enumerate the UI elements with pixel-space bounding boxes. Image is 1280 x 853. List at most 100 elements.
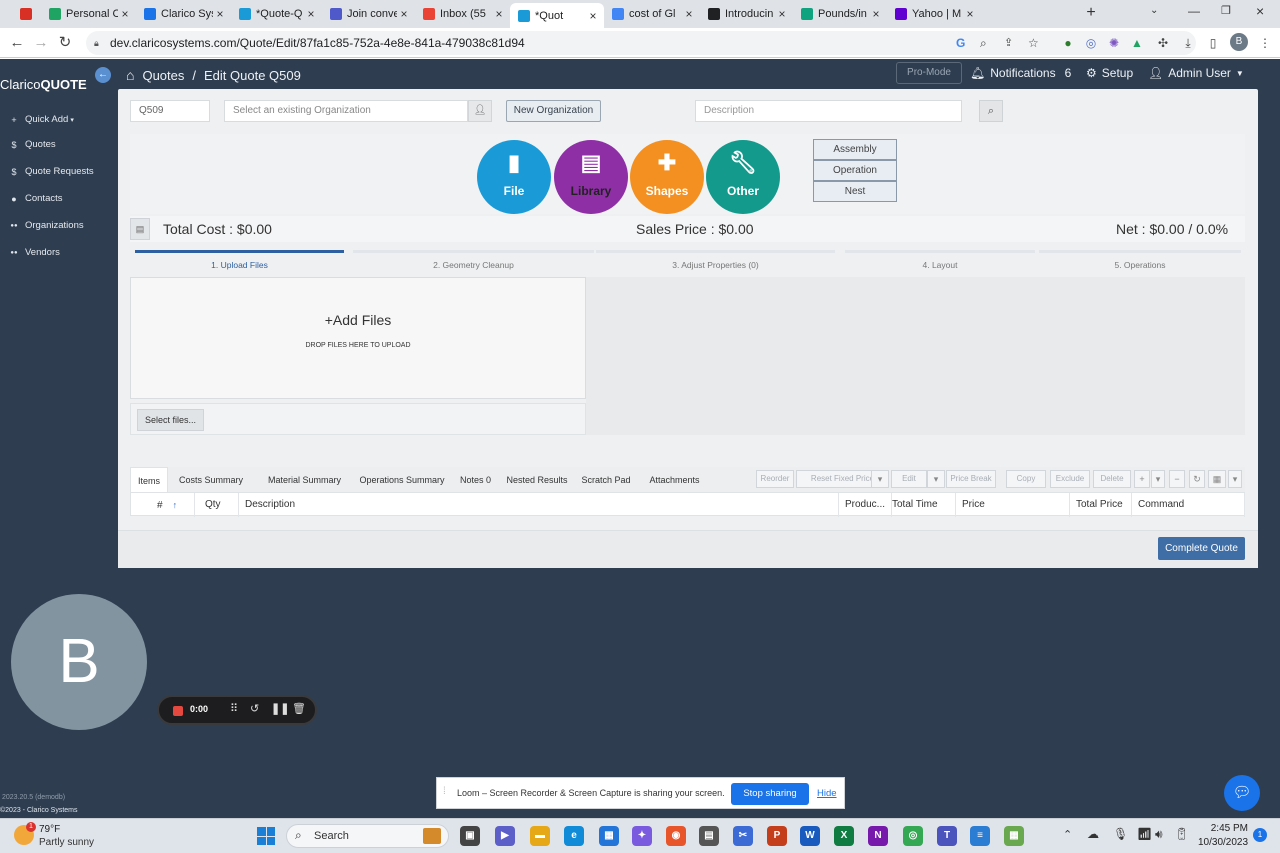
shapes-action-button[interactable]: ✚ Shapes: [630, 140, 704, 214]
close-icon[interactable]: ×: [869, 7, 883, 21]
grid-reorder-button[interactable]: Reorder: [756, 470, 794, 488]
operation-button[interactable]: Operation: [813, 160, 897, 181]
minimize-button[interactable]: —: [1188, 4, 1200, 18]
column-total-price[interactable]: Total Price: [1070, 493, 1132, 517]
close-icon[interactable]: ×: [397, 7, 411, 21]
organization-select[interactable]: Select an existing Organization: [224, 100, 468, 122]
organization-lookup-button[interactable]: 👤︎: [468, 100, 492, 122]
excel-icon[interactable]: X: [834, 826, 854, 846]
home-icon[interactable]: ⌂: [126, 67, 134, 83]
close-icon[interactable]: ×: [775, 7, 789, 21]
volume-icon[interactable]: 🔊︎: [1155, 827, 1163, 842]
grid-edit-button[interactable]: Edit: [891, 470, 927, 488]
sidebar-item-quotes[interactable]: $ Quotes: [9, 139, 55, 150]
extensions-puzzle-icon[interactable]: ✣: [1155, 35, 1171, 51]
pro-mode-button[interactable]: Pro-Mode: [896, 62, 962, 84]
close-icon[interactable]: ×: [304, 7, 318, 21]
column-number[interactable]: # ↑: [151, 493, 195, 517]
onenote-icon[interactable]: N: [868, 826, 888, 846]
restore-button[interactable]: ❐: [1221, 4, 1231, 17]
google-lens-icon[interactable]: G: [956, 31, 965, 55]
url-input[interactable]: 🔒︎ dev.claricosystems.com/Quote/Edit/87f…: [86, 31, 1196, 55]
sidebar-item-quote-requests[interactable]: $ Quote Requests: [9, 166, 93, 177]
zoom-icon[interactable]: ⌕: [980, 31, 987, 55]
sidebar-item-organizations[interactable]: ●● Organizations: [9, 220, 83, 231]
description-input[interactable]: Description: [695, 100, 962, 122]
library-action-button[interactable]: ▤ Library: [554, 140, 628, 214]
column-command[interactable]: Command: [1132, 493, 1245, 517]
store-icon[interactable]: ▦: [599, 826, 619, 846]
tray-chevron-icon[interactable]: ⌃: [1063, 828, 1072, 841]
browser-tab[interactable]: *Quot ×: [510, 3, 604, 28]
sidebar-item-quick-add[interactable]: + Quick Add ▾: [9, 114, 73, 125]
sort-up-icon[interactable]: ↑: [173, 500, 178, 510]
reload-icon[interactable]: ↻: [56, 34, 74, 52]
taskbar-search[interactable]: ⌕ Search: [286, 824, 449, 848]
trash-icon[interactable]: 🗑︎: [292, 702, 306, 715]
excel-alt-icon[interactable]: ▦: [1004, 826, 1024, 846]
extension-2-icon[interactable]: ◎: [1083, 35, 1099, 51]
columns-dropdown-icon[interactable]: ▾: [1228, 470, 1242, 488]
clock-time[interactable]: 2:45 PM: [1206, 823, 1248, 834]
chat-widget-button[interactable]: 💬︎: [1224, 775, 1260, 811]
grid-tab-items[interactable]: Items: [130, 467, 168, 493]
download-icon[interactable]: ⤓: [1180, 35, 1196, 51]
close-icon[interactable]: ×: [963, 7, 977, 21]
file-explorer-icon[interactable]: ▬: [530, 826, 550, 846]
grid-refresh-icon[interactable]: ↻: [1189, 470, 1205, 488]
onedrive-icon[interactable]: ☁: [1087, 827, 1099, 841]
teams-meet-icon[interactable]: ▶: [495, 826, 515, 846]
column-qty[interactable]: Qty: [199, 493, 239, 517]
step-4-tab[interactable]: 4. Layout: [845, 260, 1035, 270]
grid-price-break-button[interactable]: Price Break: [946, 470, 996, 488]
clock-date[interactable]: 10/30/2023: [1198, 837, 1248, 848]
grid-copy-button[interactable]: Copy: [1006, 470, 1046, 488]
grid-minus-icon[interactable]: −: [1169, 470, 1185, 488]
add-dropdown-icon[interactable]: ▾: [1151, 470, 1165, 488]
grid-delete-button[interactable]: Delete: [1093, 470, 1131, 488]
menu-kebab-icon[interactable]: ⋮: [1257, 35, 1273, 51]
profile-avatar[interactable]: B: [1230, 33, 1248, 51]
sidebar-item-contacts[interactable]: ● Contacts: [9, 193, 62, 204]
browser-tab[interactable]: Palmetto L×: [12, 3, 41, 25]
grid-tab-attachments[interactable]: Attachments: [643, 467, 706, 493]
snip-icon[interactable]: ✂: [733, 826, 753, 846]
tab-search-icon[interactable]: ⌄: [1150, 5, 1158, 16]
search-button[interactable]: ⌕: [979, 100, 1003, 122]
stop-recording-icon[interactable]: [173, 706, 183, 716]
other-action-button[interactable]: 🔧︎ Other: [706, 140, 780, 214]
edit-dropdown-icon[interactable]: ▾: [927, 470, 945, 488]
share-icon[interactable]: ⇪: [1004, 31, 1013, 55]
close-icon[interactable]: ×: [118, 7, 132, 21]
start-button[interactable]: [257, 827, 275, 845]
word-icon[interactable]: W: [800, 826, 820, 846]
column-description[interactable]: Description: [239, 493, 839, 517]
grid-tab-material-summary[interactable]: Material Summary: [261, 467, 348, 493]
extension-1-icon[interactable]: ●: [1060, 35, 1076, 51]
close-icon[interactable]: ×: [213, 7, 227, 21]
battery-icon[interactable]: 🔋︎: [1174, 827, 1189, 841]
close-icon[interactable]: ×: [586, 9, 600, 23]
new-tab-button[interactable]: +: [1083, 4, 1099, 22]
grid-tab-operations-summary[interactable]: Operations Summary: [352, 467, 452, 493]
browser-tab[interactable]: cost of Gl ×: [604, 3, 700, 25]
notification-center-badge[interactable]: 1: [1253, 828, 1267, 842]
upload-dropzone[interactable]: +Add Files DROP FILES HERE TO UPLOAD: [130, 277, 586, 399]
task-view-icon[interactable]: ▣: [460, 826, 480, 846]
browser-tab[interactable]: Personal C ×: [41, 3, 136, 25]
grid-tab-nested-results[interactable]: Nested Results: [503, 467, 571, 493]
chrome-icon[interactable]: ◎: [903, 826, 923, 846]
browser-tab[interactable]: Yahoo | M ×: [887, 3, 981, 25]
assembly-button[interactable]: Assembly: [813, 139, 897, 160]
close-icon[interactable]: ×: [682, 7, 696, 21]
select-files-button[interactable]: Select files...: [137, 409, 204, 431]
restart-icon[interactable]: ↺: [250, 702, 259, 715]
new-organization-button[interactable]: New Organization: [506, 100, 601, 122]
browser-tab[interactable]: Inbox (55 ×: [415, 3, 510, 25]
breadcrumb-quotes[interactable]: Quotes: [142, 68, 184, 83]
calculator-icon[interactable]: ▤: [699, 826, 719, 846]
browser-tab[interactable]: Join conve ×: [322, 3, 415, 25]
edge-icon[interactable]: e: [564, 826, 584, 846]
setup-link[interactable]: ⚙ Setup: [1086, 66, 1133, 80]
bookmark-star-icon[interactable]: ☆: [1028, 31, 1039, 55]
